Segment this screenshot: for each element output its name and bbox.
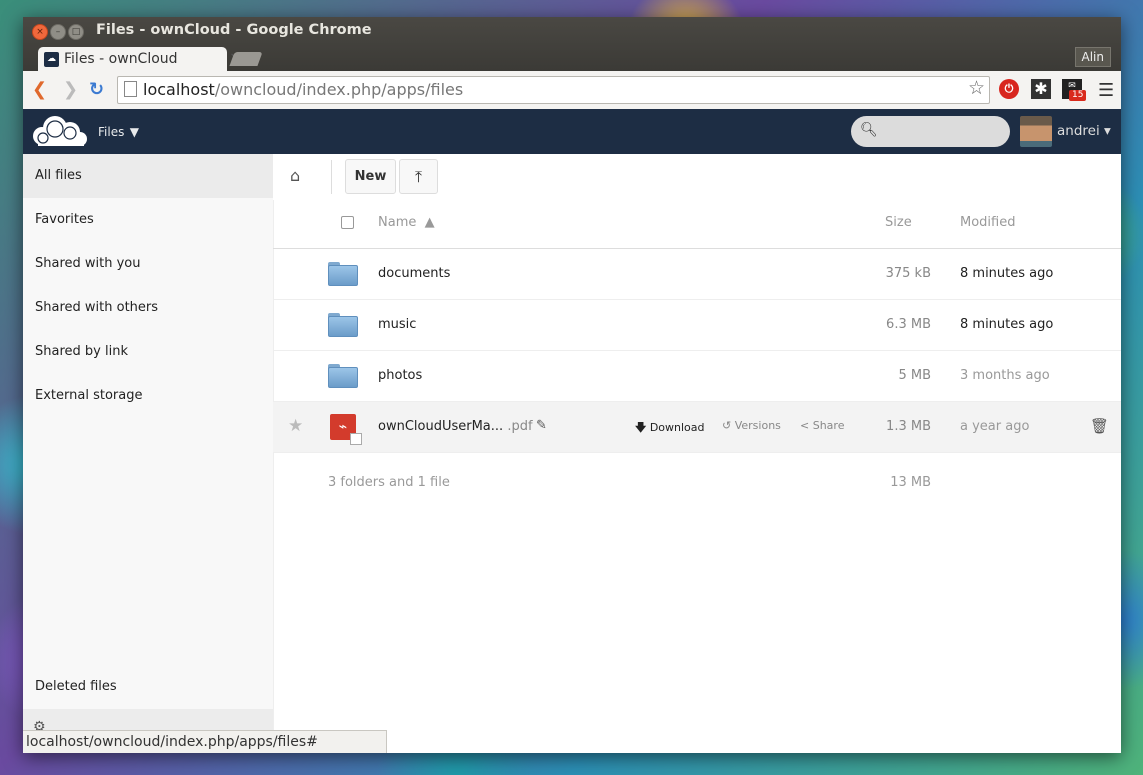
reload-icon[interactable]: ↻ [89, 80, 104, 100]
trash-icon[interactable]: 🗑 [1090, 417, 1109, 435]
avatar[interactable] [1020, 116, 1052, 147]
sort-ascending-icon: ▲ [424, 215, 435, 230]
browser-tab[interactable]: ☁ Files - ownCloud × [38, 47, 241, 72]
file-modified: a year ago [960, 419, 1030, 434]
sidebar-item-shared-with-you[interactable]: Shared with you [23, 242, 273, 286]
file-name[interactable]: documents [378, 266, 450, 281]
folder-icon [328, 262, 358, 286]
column-modified-header[interactable]: Modified [960, 215, 1015, 230]
title-bar: × – □ Files - ownCloud - Google Chrome ☁… [23, 17, 1121, 72]
column-name-header[interactable]: Name ▲ [378, 215, 435, 230]
sidebar-item-shared-by-link[interactable]: Shared by link [23, 330, 273, 374]
sidebar: All files Favorites Shared with you Shar… [23, 154, 274, 753]
file-name[interactable]: photos [378, 368, 422, 383]
column-size-header[interactable]: Size [885, 215, 912, 230]
summary-size: 13 MB [890, 475, 931, 490]
table-row[interactable]: photos 5 MB 3 months ago [273, 351, 1121, 402]
back-arrow-icon[interactable]: ❮ [32, 80, 47, 100]
user-menu[interactable]: andrei ▾ [1057, 123, 1111, 139]
address-bar[interactable]: localhost/owncloud/index.php/apps/files … [117, 76, 990, 104]
folder-icon [328, 364, 358, 388]
browser-toolbar: ❮ ❯ ↻ localhost/owncloud/index.php/apps/… [23, 71, 1121, 110]
asterisk-extension-icon[interactable]: ✱ [1031, 79, 1051, 99]
sidebar-item-shared-with-others[interactable]: Shared with others [23, 286, 273, 330]
window-title: Files - ownCloud - Google Chrome [96, 22, 372, 38]
rename-pencil-icon[interactable]: ✎ [536, 418, 547, 433]
owncloud-favicon-icon: ☁ [44, 52, 59, 67]
upload-button[interactable]: ⤒ [399, 159, 438, 194]
sidebar-item-favorites[interactable]: Favorites [23, 198, 273, 242]
browser-window: × – □ Files - ownCloud - Google Chrome ☁… [23, 17, 1121, 753]
file-name[interactable]: music [378, 317, 416, 332]
sidebar-item-deleted-files[interactable]: Deleted files [23, 665, 273, 709]
file-size: 375 kB [885, 266, 931, 281]
minimize-window-button[interactable]: – [50, 24, 66, 40]
tab-label: Files - ownCloud [64, 51, 178, 67]
file-summary: 3 folders and 1 file 13 MB [273, 472, 1121, 496]
select-all-checkbox[interactable] [341, 216, 354, 229]
profile-badge[interactable]: Alin [1074, 47, 1111, 67]
bookmark-star-icon[interactable]: ☆ [968, 77, 985, 99]
share-icon: < [800, 419, 810, 432]
chevron-down-icon: ▼ [129, 125, 139, 139]
file-modified: 8 minutes ago [960, 266, 1054, 281]
owncloud-header: Files ▼ 🔍︎ andrei ▾ [23, 109, 1121, 154]
favorite-star-icon[interactable]: ★ [288, 416, 303, 436]
versions-action[interactable]: ↺ Versions [722, 419, 781, 432]
download-icon: 🡇 [635, 421, 647, 434]
link-status-bar: localhost/owncloud/index.php/apps/files# [23, 730, 387, 753]
app-name: Files [98, 125, 125, 139]
upload-icon: ⤒ [414, 167, 423, 186]
row-checkbox[interactable] [350, 433, 362, 445]
file-size: 1.3 MB [886, 419, 931, 434]
mail-extension-icon[interactable]: ✉ 15 [1062, 79, 1087, 101]
folder-icon [328, 313, 358, 337]
adblock-extension-icon[interactable]: ⏻ [999, 79, 1019, 99]
share-action[interactable]: < Share [800, 419, 844, 432]
file-modified: 8 minutes ago [960, 317, 1054, 332]
files-controls: ⌂ New ⤒ [273, 154, 1121, 200]
forward-arrow-icon[interactable]: ❯ [63, 80, 78, 100]
sidebar-item-all-files[interactable]: All files [23, 154, 273, 198]
breadcrumb-separator [317, 160, 332, 194]
new-button[interactable]: New [345, 159, 396, 194]
mail-count-badge: 15 [1069, 90, 1087, 101]
page-icon [124, 81, 137, 97]
close-window-button[interactable]: × [32, 24, 48, 40]
table-row[interactable]: ★ ⌁ ownCloudUserMa... .pdf ✎ 🡇 Download … [273, 402, 1121, 453]
new-tab-button[interactable] [229, 52, 263, 66]
search-box[interactable]: 🔍︎ [851, 116, 1010, 147]
owncloud-logo-icon[interactable] [28, 114, 90, 148]
url-text[interactable]: localhost/owncloud/index.php/apps/files [143, 80, 463, 99]
file-extension: .pdf [507, 419, 533, 434]
chrome-menu-icon[interactable]: ☰ [1098, 80, 1114, 101]
search-input[interactable] [881, 122, 1005, 142]
username: andrei [1057, 123, 1100, 139]
file-size: 5 MB [898, 368, 931, 383]
app-menu[interactable]: Files ▼ [98, 121, 139, 141]
maximize-window-button[interactable]: □ [68, 24, 84, 40]
file-modified: 3 months ago [960, 368, 1050, 383]
search-icon: 🔍︎ [860, 122, 878, 138]
summary-text: 3 folders and 1 file [328, 475, 450, 490]
sidebar-item-external-storage[interactable]: External storage [23, 374, 273, 418]
download-action[interactable]: 🡇 Download [635, 419, 705, 438]
file-size: 6.3 MB [886, 317, 931, 332]
file-table-header: Name ▲ Size Modified [273, 200, 1121, 249]
home-icon[interactable]: ⌂ [290, 166, 300, 185]
table-row[interactable]: documents 375 kB 8 minutes ago [273, 249, 1121, 300]
file-name[interactable]: ownCloudUserMa... .pdf [378, 419, 533, 434]
table-row[interactable]: music 6.3 MB 8 minutes ago [273, 300, 1121, 351]
history-icon: ↺ [722, 419, 732, 432]
